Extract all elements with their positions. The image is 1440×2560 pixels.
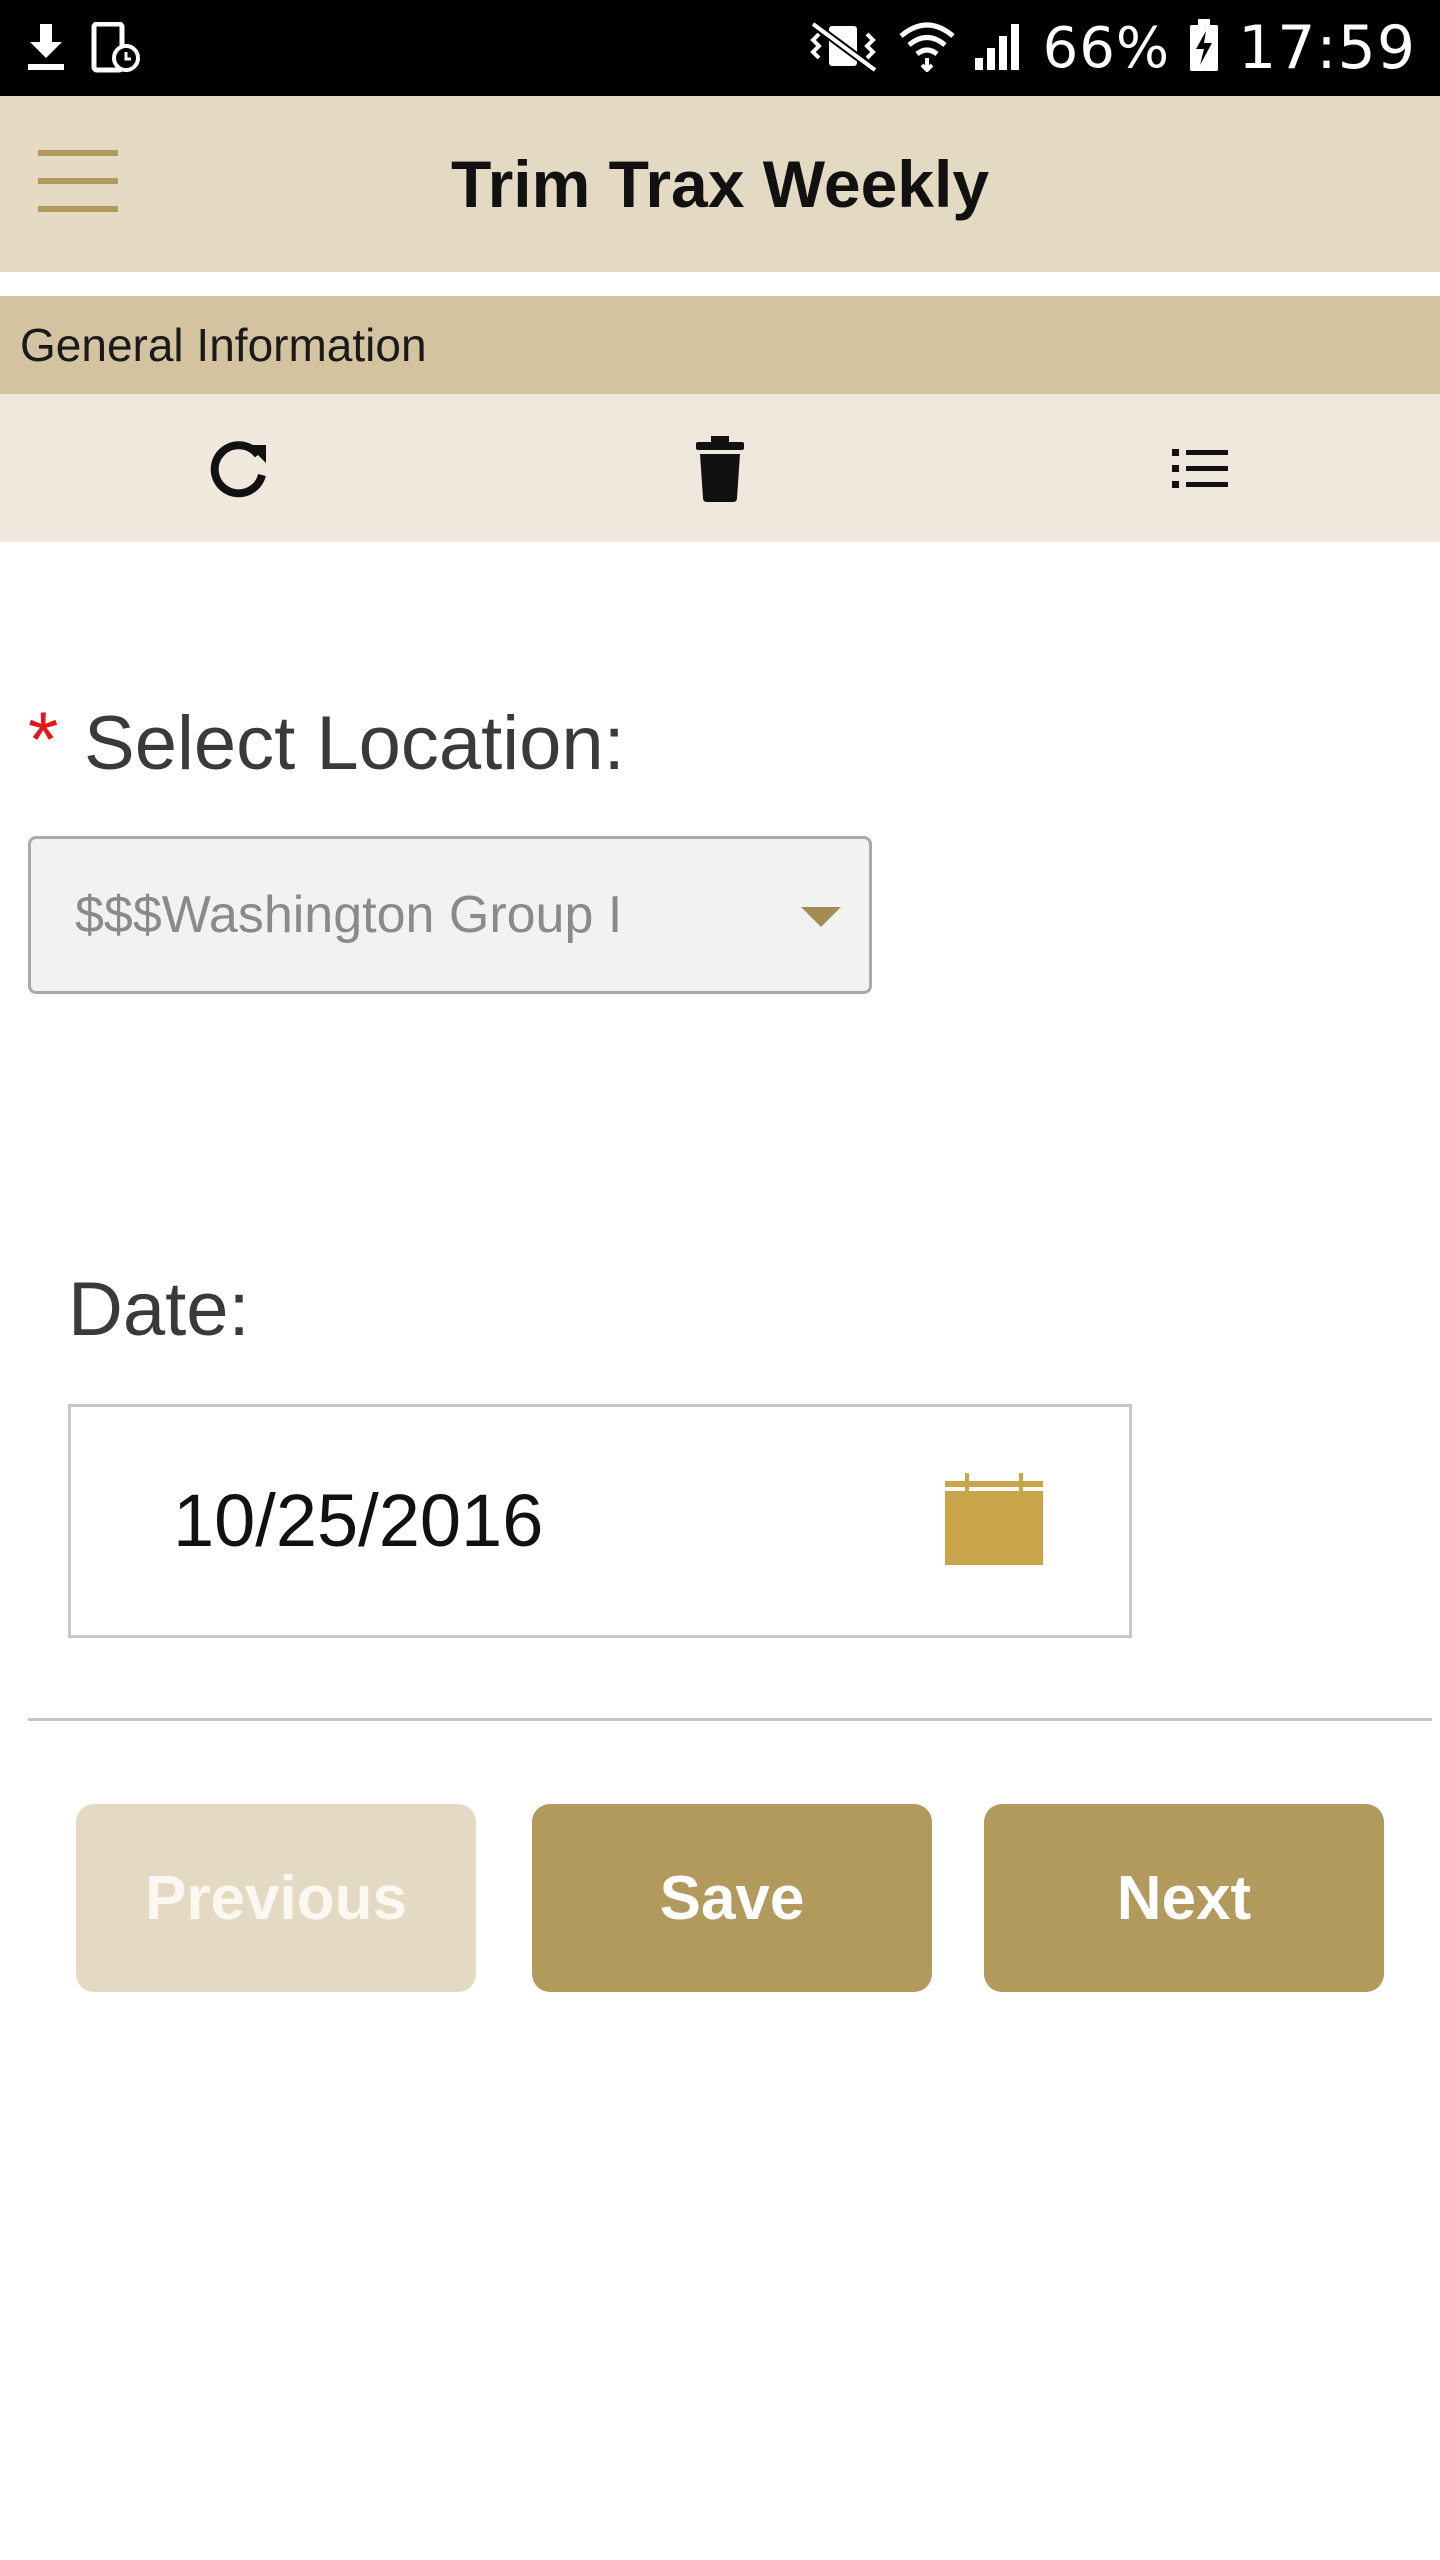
divider xyxy=(28,1718,1432,1721)
list-icon[interactable] xyxy=(1150,424,1250,514)
app-title: Trim Trax Weekly xyxy=(450,147,990,221)
location-select[interactable]: $$$Washington Group I xyxy=(28,836,872,994)
section-title: General Information xyxy=(20,319,427,371)
device-alarm-icon xyxy=(90,21,142,79)
wifi-icon xyxy=(898,20,955,77)
date-value: 10/25/2016 xyxy=(173,1479,544,1562)
required-marker: * xyxy=(28,695,59,783)
location-selected-value: $$$Washington Group I xyxy=(75,886,623,944)
chevron-down-icon xyxy=(801,907,841,927)
date-field[interactable]: 10/25/2016 xyxy=(68,1404,1132,1638)
clock: 17:59 xyxy=(1238,13,1416,83)
toolbar xyxy=(0,394,1440,542)
signal-icon xyxy=(973,20,1025,77)
trash-icon[interactable] xyxy=(670,424,770,514)
hamburger-menu-icon[interactable] xyxy=(30,146,126,226)
vibrate-icon xyxy=(805,20,881,77)
calendar-icon[interactable] xyxy=(945,1473,1043,1565)
date-label: Date: xyxy=(68,1267,250,1352)
next-button[interactable]: Next xyxy=(984,1804,1384,1992)
status-bar: 66% 17:59 xyxy=(0,0,1440,96)
previous-button[interactable]: Previous xyxy=(76,1804,476,1992)
location-label: Select Location: xyxy=(84,701,625,786)
battery-percent: 66% xyxy=(1042,15,1171,81)
refresh-icon[interactable] xyxy=(190,424,290,514)
download-icon xyxy=(24,22,68,79)
app-bar: Trim Trax Weekly xyxy=(0,96,1440,272)
battery-charging-icon xyxy=(1188,18,1220,78)
save-button[interactable]: Save xyxy=(532,1804,932,1992)
section-header: General Information xyxy=(0,296,1440,394)
